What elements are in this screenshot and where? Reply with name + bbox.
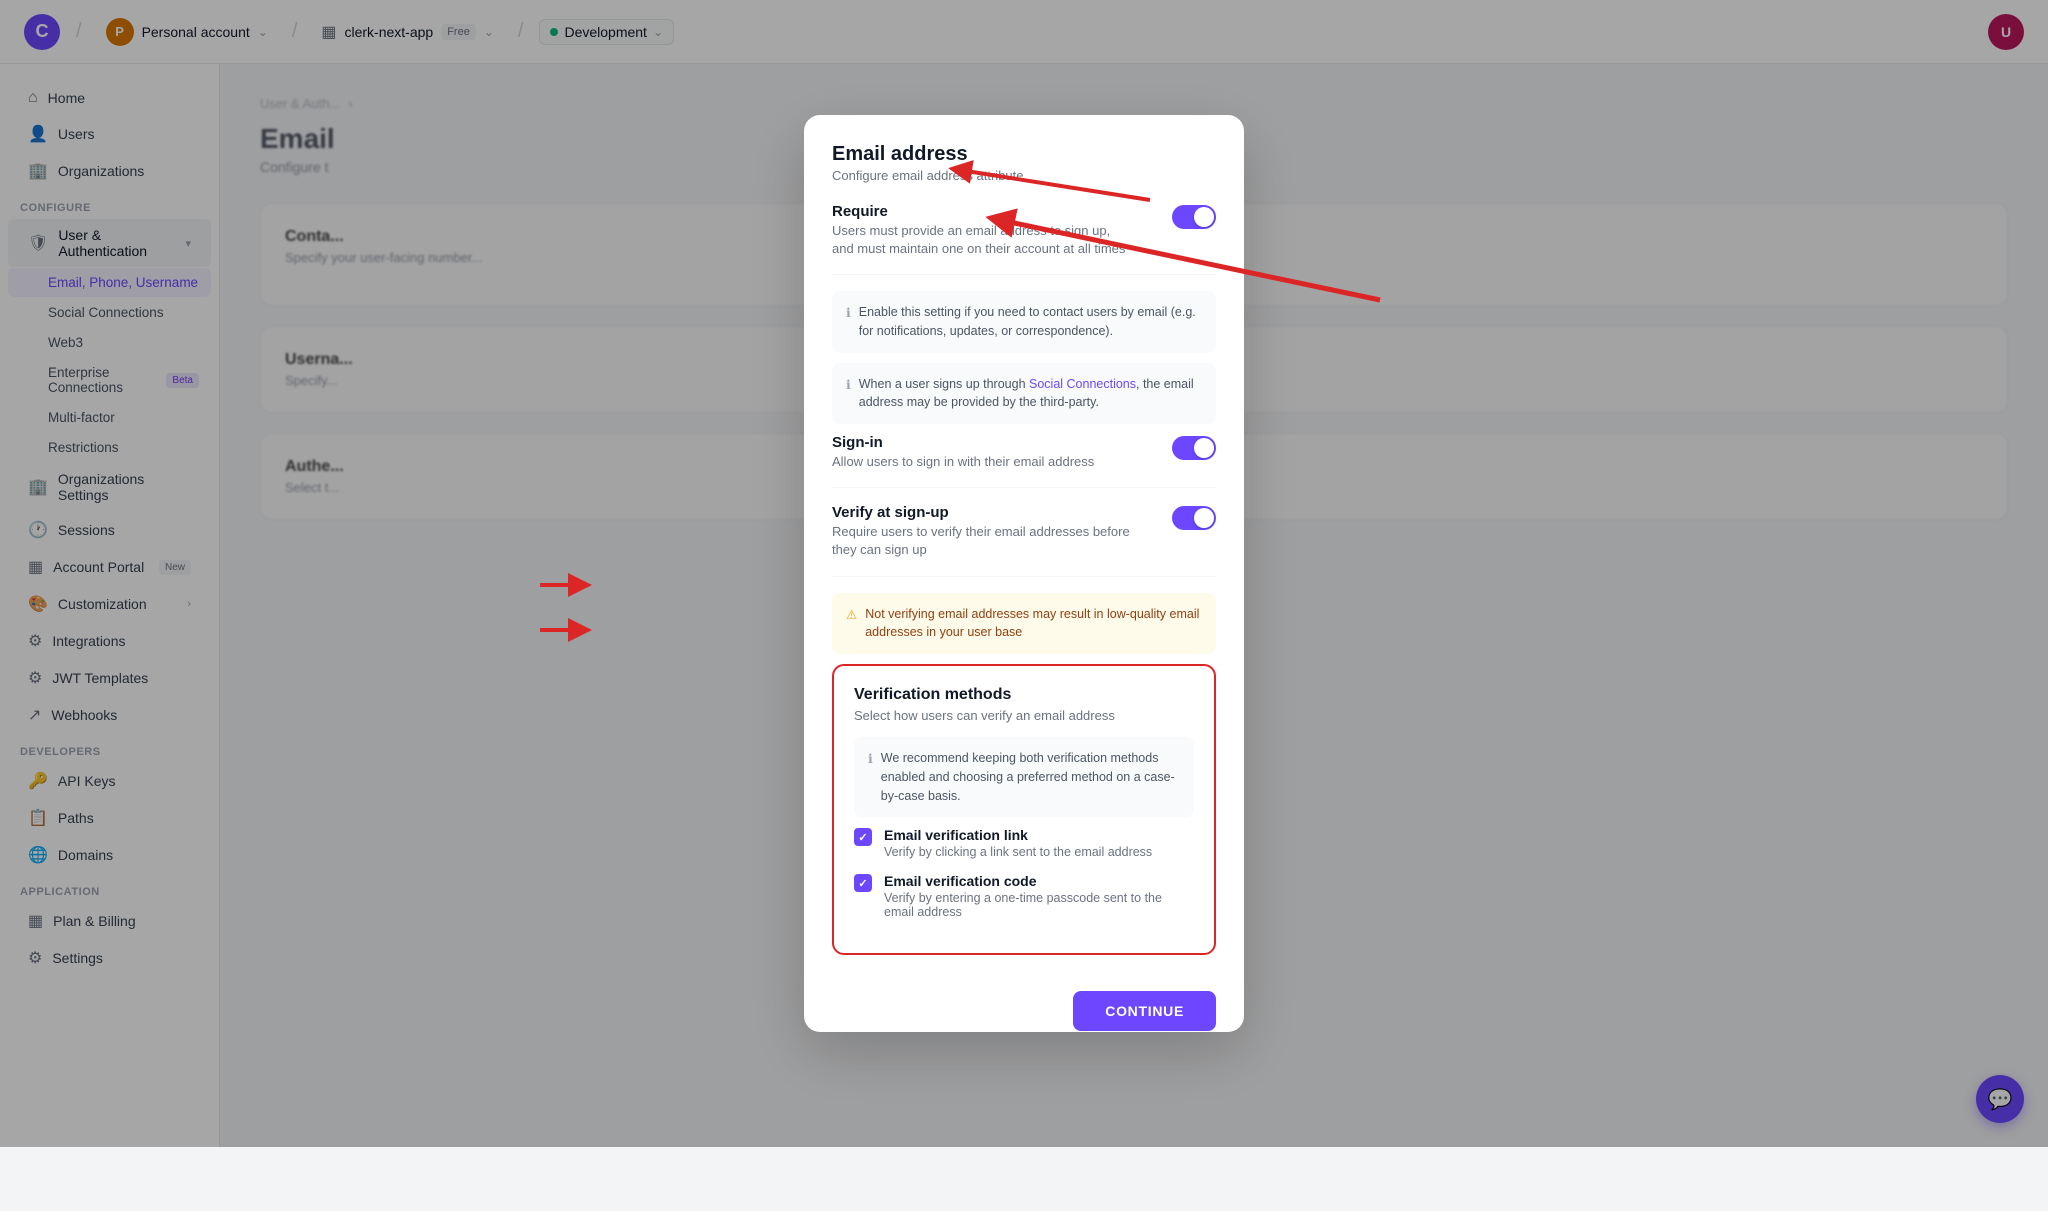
email-address-modal: Email address Configure email address at… [804, 115, 1244, 1033]
method1-text: Email verification link Verify by clicki… [884, 827, 1152, 859]
verification-title: Verification methods [854, 686, 1194, 704]
require-text: Require Users must provide an email addr… [832, 203, 1132, 258]
continue-button[interactable]: CONTINUE [1073, 991, 1216, 1031]
info-box-social: ℹ When a user signs up through Social Co… [832, 363, 1216, 425]
method1-desc: Verify by clicking a link sent to the em… [884, 845, 1152, 859]
sign-in-toggle[interactable] [1172, 436, 1216, 460]
sign-in-toggle-container [1172, 434, 1216, 460]
require-desc: Users must provide an email address to s… [832, 222, 1132, 258]
method2-desc: Verify by entering a one-time passcode s… [884, 891, 1194, 919]
verification-desc: Select how users can verify an email add… [854, 708, 1194, 723]
modal-footer: CONTINUE [804, 975, 1244, 1032]
verify-row: Verify at sign-up Require users to verif… [832, 504, 1216, 576]
verification-methods-box: Verification methods Select how users ca… [832, 664, 1216, 955]
verify-toggle-thumb [1194, 508, 1214, 528]
sign-in-label: Sign-in [832, 434, 1094, 451]
require-toggle-thumb [1194, 207, 1214, 227]
verify-text: Verify at sign-up Require users to verif… [832, 504, 1132, 559]
sign-in-toggle-thumb [1194, 438, 1214, 458]
info-text-2: When a user signs up through Social Conn… [859, 375, 1202, 413]
method1-row: ✓ Email verification link Verify by clic… [854, 827, 1194, 859]
method2-checkbox[interactable]: ✓ [854, 874, 872, 892]
verify-label: Verify at sign-up [832, 504, 1132, 521]
method2-check-icon: ✓ [858, 877, 867, 890]
warn-icon: ⚠ [846, 606, 857, 643]
method1-checkbox[interactable]: ✓ [854, 828, 872, 846]
require-toggle-container [1172, 203, 1216, 229]
require-label: Require [832, 203, 1132, 220]
modal-overlay: Email address Configure email address at… [0, 0, 2048, 1147]
method2-row: ✓ Email verification code Verify by ente… [854, 873, 1194, 919]
info-box-contact: ℹ Enable this setting if you need to con… [832, 291, 1216, 353]
warn-box-verify: ⚠ Not verifying email addresses may resu… [832, 593, 1216, 655]
sign-in-desc: Allow users to sign in with their email … [832, 453, 1094, 471]
method2-text: Email verification code Verify by enteri… [884, 873, 1194, 919]
warn-text: Not verifying email addresses may result… [865, 605, 1202, 643]
sign-in-row: Sign-in Allow users to sign in with thei… [832, 434, 1216, 488]
modal-title: Email address [832, 143, 1216, 166]
require-row: Require Users must provide an email addr… [832, 203, 1216, 275]
modal-subtitle: Configure email address attribute [832, 168, 1216, 183]
method2-label: Email verification code [884, 873, 1194, 889]
verify-toggle-container [1172, 504, 1216, 530]
verification-info-box: ℹ We recommend keeping both verification… [854, 737, 1194, 817]
modal-header: Email address Configure email address at… [804, 115, 1244, 183]
info2-prefix: When a user signs up through [859, 377, 1029, 391]
modal-body: Require Users must provide an email addr… [804, 183, 1244, 976]
info-icon-1: ℹ [846, 304, 851, 341]
sign-in-text: Sign-in Allow users to sign in with thei… [832, 434, 1094, 471]
require-toggle[interactable] [1172, 205, 1216, 229]
social-connections-link[interactable]: Social Connections [1029, 377, 1136, 391]
method1-check-icon: ✓ [858, 831, 867, 844]
verification-info-text: We recommend keeping both verification m… [881, 749, 1180, 805]
method1-label: Email verification link [884, 827, 1152, 843]
info-icon-2: ℹ [846, 376, 851, 413]
verify-desc: Require users to verify their email addr… [832, 523, 1132, 559]
verify-toggle[interactable] [1172, 506, 1216, 530]
info-icon-3: ℹ [868, 750, 873, 805]
info-text-1: Enable this setting if you need to conta… [859, 303, 1202, 341]
